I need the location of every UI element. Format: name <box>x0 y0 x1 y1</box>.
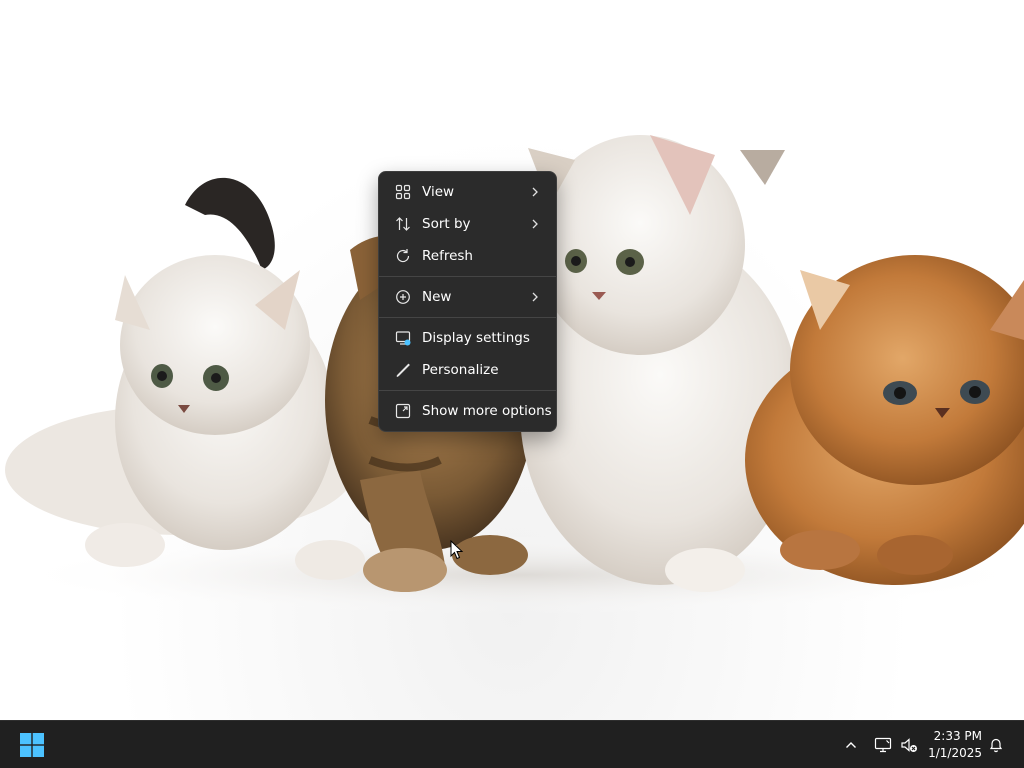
notifications-button[interactable] <box>986 735 1006 755</box>
network-button[interactable] <box>873 735 893 755</box>
menu-item-label: View <box>422 184 455 200</box>
clock[interactable]: 2:33 PM 1/1/2025 <box>928 728 982 762</box>
kitten-left <box>5 177 365 580</box>
menu-separator <box>379 317 556 318</box>
menu-item-show-more-options[interactable]: Show more options <box>379 395 556 427</box>
grid-icon <box>394 183 412 201</box>
sort-icon <box>394 215 412 233</box>
start-button[interactable] <box>17 731 47 759</box>
taskbar: 2:33 PM 1/1/2025 <box>0 720 1024 768</box>
volume-muted-icon <box>901 738 917 752</box>
chevron-right-icon <box>532 187 538 197</box>
clock-date: 1/1/2025 <box>928 746 982 760</box>
chevron-right-icon <box>532 292 538 302</box>
display-icon <box>394 329 412 347</box>
chevron-right-icon <box>532 219 538 229</box>
menu-item-label: Display settings <box>422 330 530 346</box>
menu-item-label: Show more options <box>422 403 552 419</box>
menu-item-personalize[interactable]: Personalize <box>379 354 556 386</box>
mouse-cursor-icon <box>450 540 464 560</box>
chevron-up-icon <box>846 742 856 748</box>
expand-icon <box>394 402 412 420</box>
menu-item-view[interactable]: View <box>379 176 556 208</box>
show-hidden-icons-button[interactable] <box>842 736 860 754</box>
menu-item-label: Personalize <box>422 362 499 378</box>
menu-item-display-settings[interactable]: Display settings <box>379 322 556 354</box>
kitten-middle <box>520 135 800 592</box>
kitten-ginger <box>745 255 1024 585</box>
windows-logo-icon <box>20 733 44 757</box>
volume-button[interactable] <box>899 735 919 755</box>
brush-icon <box>394 361 412 379</box>
desktop[interactable]: View Sort by Refresh New Display setting… <box>0 0 1024 720</box>
menu-separator <box>379 276 556 277</box>
menu-item-new[interactable]: New <box>379 281 556 313</box>
menu-separator <box>379 390 556 391</box>
plus-circle-icon <box>394 288 412 306</box>
network-icon <box>874 737 892 753</box>
desktop-context-menu: View Sort by Refresh New Display setting… <box>378 171 557 432</box>
clock-time: 2:33 PM <box>933 729 982 743</box>
menu-item-label: Refresh <box>422 248 473 264</box>
menu-item-refresh[interactable]: Refresh <box>379 240 556 272</box>
menu-item-sort-by[interactable]: Sort by <box>379 208 556 240</box>
menu-item-label: Sort by <box>422 216 471 232</box>
bell-icon <box>989 738 1003 753</box>
refresh-icon <box>394 247 412 265</box>
menu-item-label: New <box>422 289 452 305</box>
